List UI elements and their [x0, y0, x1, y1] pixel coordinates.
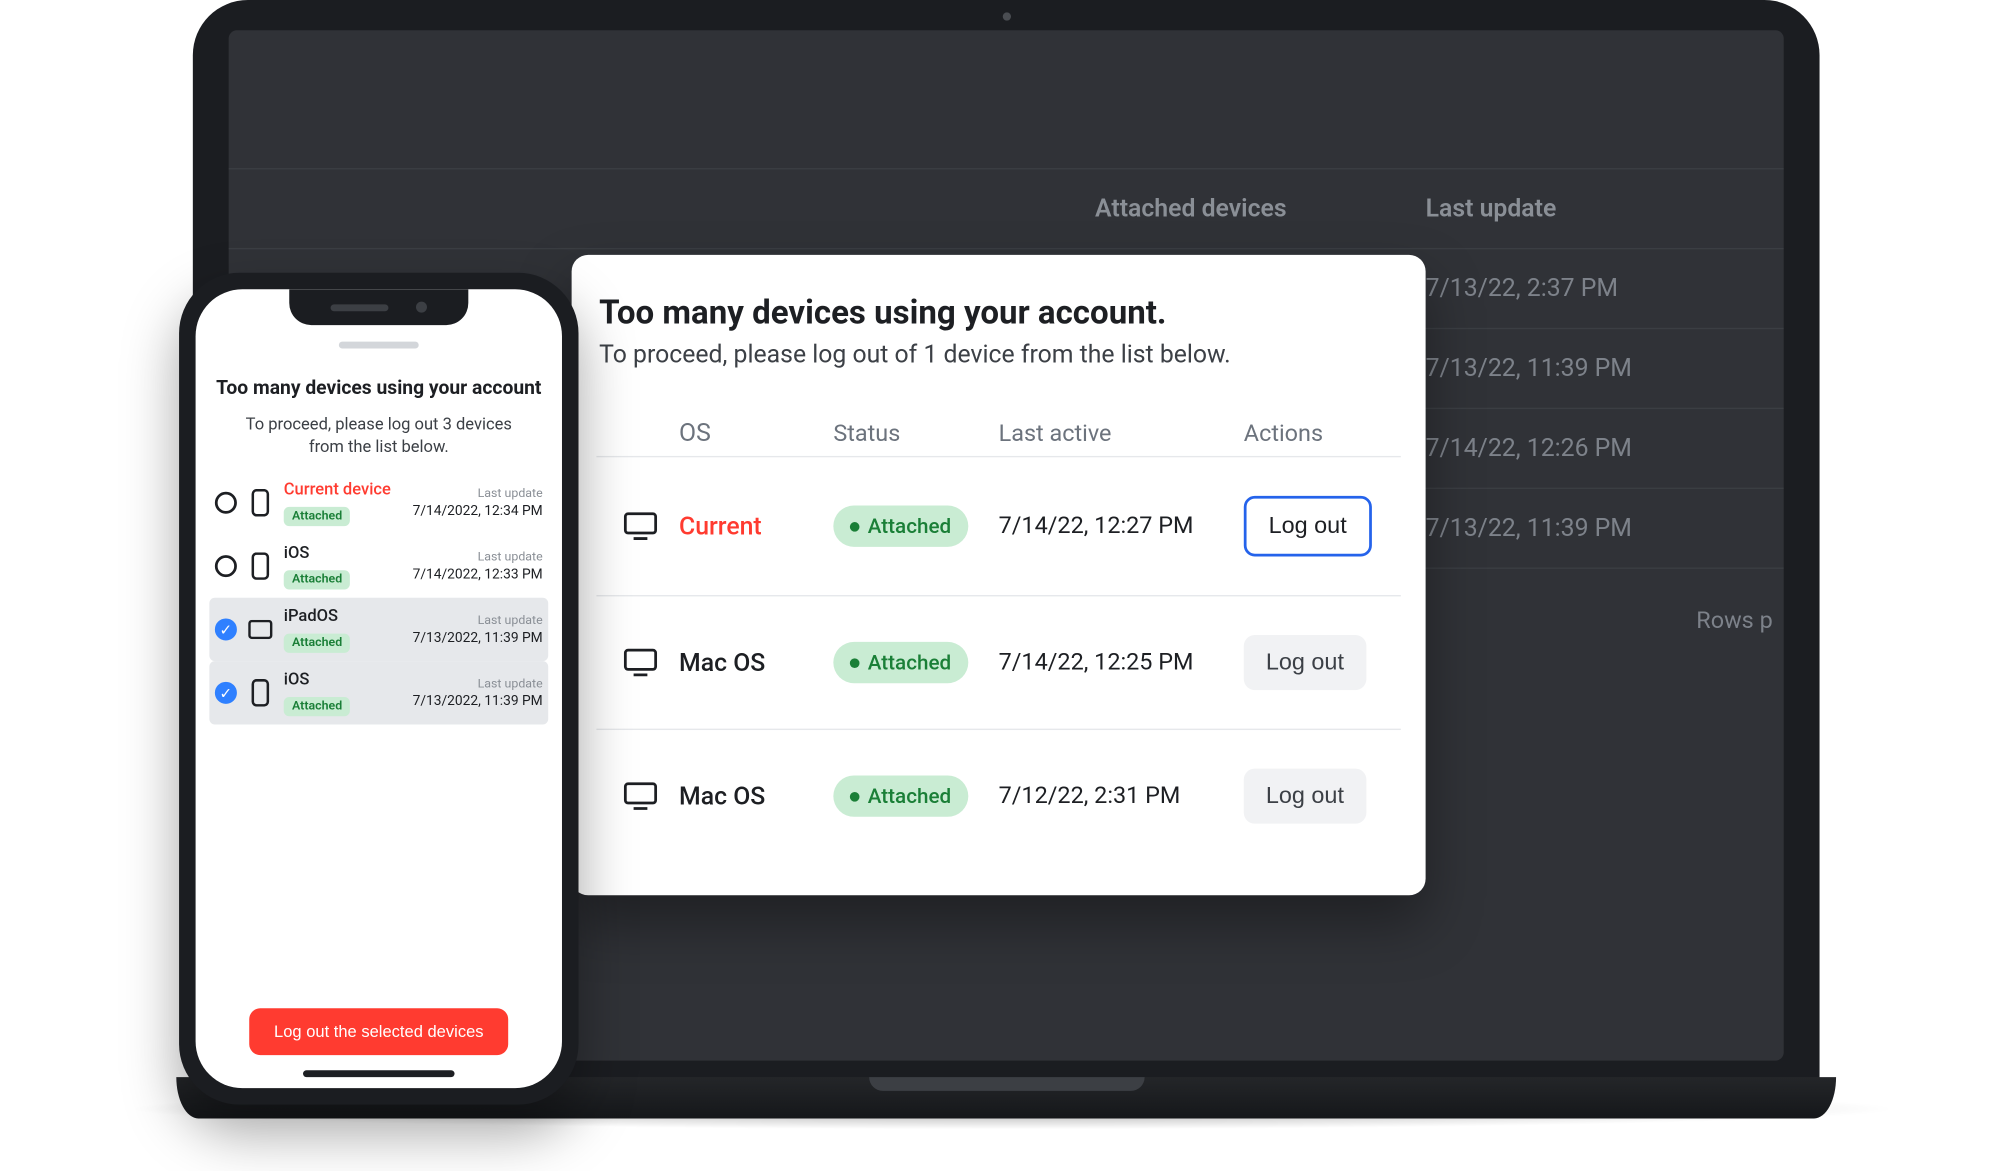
- laptop-camera-icon: [1002, 12, 1010, 20]
- device-last-active: 7/14/22, 12:25 PM: [999, 649, 1244, 677]
- modal-subtitle: To proceed, please log out 3 devices fro…: [231, 413, 526, 458]
- last-update-value: 7/13/2022, 11:39 PM: [413, 631, 543, 646]
- too-many-devices-modal-mobile: Too many devices using your account To p…: [196, 366, 562, 1088]
- phone-speaker-icon: [331, 304, 389, 311]
- column-os: OS: [679, 419, 833, 448]
- modal-title: Too many devices using your account: [215, 377, 543, 399]
- device-last-active: 7/14/22, 12:27 PM: [999, 512, 1244, 540]
- rows-per-page-label: Rows p: [1696, 607, 1783, 635]
- last-update-value: 7/13/22, 2:37 PM: [1426, 274, 1757, 303]
- device-row[interactable]: Current device Attached Last update 7/14…: [209, 472, 548, 535]
- status-badge: Attached: [833, 642, 967, 683]
- logout-selected-button[interactable]: Log out the selected devices: [249, 1008, 508, 1055]
- last-update-label: Last update: [413, 614, 543, 628]
- last-update-value: 7/14/2022, 12:34 PM: [413, 504, 543, 519]
- laptop-trackpad-notch: [868, 1077, 1143, 1091]
- device-os: iOS: [284, 670, 402, 689]
- select-checkbox[interactable]: [215, 556, 237, 578]
- too-many-devices-modal-desktop: Too many devices using your account. To …: [572, 255, 1426, 895]
- last-update-label: Last update: [413, 487, 543, 501]
- device-row[interactable]: iOS Attached Last update 7/13/2022, 11:3…: [209, 662, 548, 725]
- device-os: Current: [679, 512, 833, 541]
- device-row[interactable]: iOS Attached Last update 7/14/2022, 12:3…: [209, 535, 548, 598]
- background-table-header: Attached devices Last update: [229, 168, 1784, 249]
- device-last-active: 7/12/22, 2:31 PM: [999, 782, 1244, 810]
- device-os: Current device: [284, 480, 402, 499]
- last-update-value: 7/13/22, 11:39 PM: [1426, 354, 1757, 383]
- phone-camera-icon: [416, 302, 427, 313]
- device-status: Attached: [833, 775, 998, 816]
- last-update-value: 7/13/22, 11:39 PM: [1426, 514, 1757, 543]
- sheet-handle-icon[interactable]: [339, 342, 419, 349]
- status-badge: Attached: [284, 697, 351, 716]
- monitor-icon: [602, 781, 679, 811]
- device-table-header: OS Status Last active Actions: [596, 394, 1400, 456]
- device-os: iOS: [284, 543, 402, 562]
- status-badge: Attached: [284, 634, 351, 653]
- monitor-icon: [602, 647, 679, 677]
- last-update-value: 7/14/2022, 12:33 PM: [413, 567, 543, 582]
- column-status: Status: [833, 419, 998, 447]
- status-badge: Attached: [284, 571, 351, 590]
- status-badge: Attached: [284, 507, 351, 526]
- device-status: Attached: [833, 642, 998, 683]
- device-os: Mac OS: [679, 782, 833, 811]
- device-row: Mac OS Attached 7/14/22, 12:25 PM Log ou…: [596, 595, 1400, 729]
- last-update-value: 7/14/22, 12:26 PM: [1426, 434, 1757, 463]
- last-update-label: Last update: [413, 678, 543, 692]
- phone-device-icon: [248, 553, 273, 581]
- column-actions: Actions: [1244, 419, 1396, 447]
- select-checkbox[interactable]: [215, 492, 237, 514]
- device-status: Attached: [833, 506, 998, 547]
- phone-device-icon: [248, 680, 273, 708]
- logout-button[interactable]: Log out: [1244, 635, 1366, 690]
- device-row: Current Attached 7/14/22, 12:27 PM Log o…: [596, 456, 1400, 595]
- status-badge: Attached: [833, 775, 967, 816]
- device-row[interactable]: iPadOS Attached Last update 7/13/2022, 1…: [209, 598, 548, 661]
- modal-title: Too many devices using your account.: [599, 293, 1401, 332]
- last-update-label: Last update: [413, 551, 543, 565]
- home-indicator-icon[interactable]: [303, 1070, 455, 1077]
- phone-screen: Too many devices using your account To p…: [196, 289, 562, 1088]
- column-last-active: Last active: [999, 419, 1244, 447]
- modal-subtitle: To proceed, please log out of 1 device f…: [599, 340, 1401, 369]
- device-os: iPadOS: [284, 607, 402, 626]
- last-update-value: 7/13/2022, 11:39 PM: [413, 694, 543, 709]
- status-badge: Attached: [833, 506, 967, 547]
- device-table: OS Status Last active Actions Current At…: [596, 394, 1400, 862]
- select-checkbox[interactable]: [215, 619, 237, 641]
- column-attached-devices: Attached devices: [1095, 194, 1426, 223]
- logout-button[interactable]: Log out: [1244, 769, 1366, 824]
- phone-device-icon: [248, 489, 273, 517]
- select-checkbox[interactable]: [215, 682, 237, 704]
- device-row: Mac OS Attached 7/12/22, 2:31 PM Log out: [596, 729, 1400, 863]
- device-os: Mac OS: [679, 648, 833, 677]
- monitor-icon: [602, 511, 679, 541]
- phone-notch: [289, 289, 468, 325]
- column-last-update: Last update: [1426, 194, 1757, 223]
- tablet-device-icon: [248, 620, 273, 639]
- phone-frame: Too many devices using your account To p…: [179, 273, 578, 1105]
- logout-button[interactable]: Log out: [1244, 496, 1372, 557]
